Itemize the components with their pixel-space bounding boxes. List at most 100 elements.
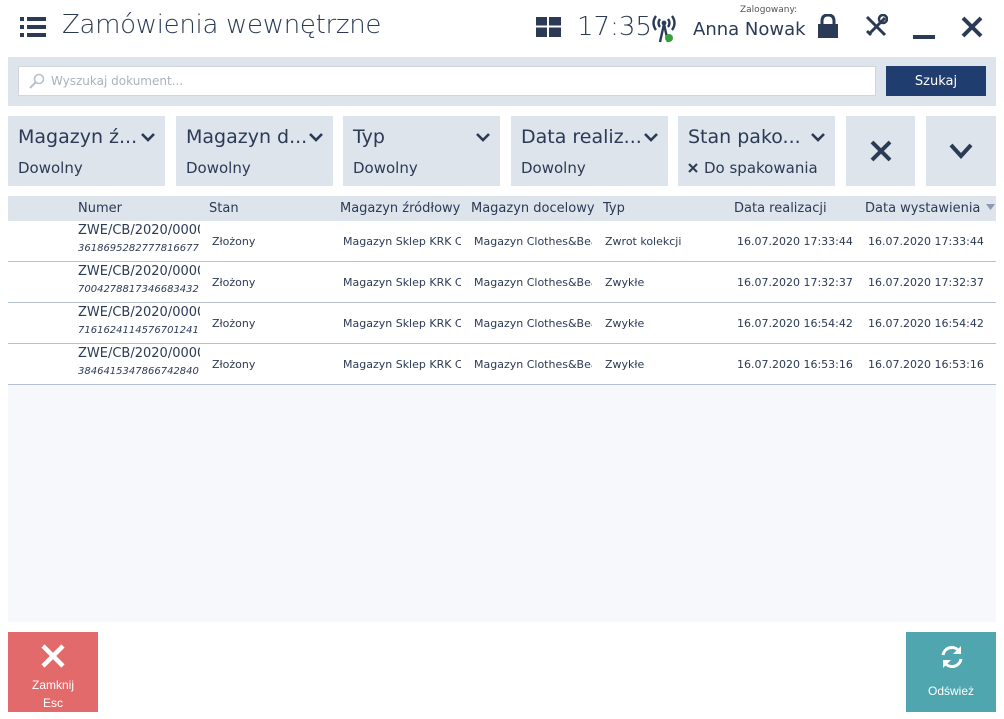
cell-source-warehouse: Magazyn Sklep KRK Centrum (343, 317, 461, 330)
expand-filters-button[interactable] (926, 116, 996, 186)
search-bar: Szukaj (8, 57, 996, 106)
filter-label: Stan pako... (688, 126, 801, 148)
user-name[interactable]: Anna Nowak (693, 19, 806, 40)
cell-ean: 7004278817346683432 (78, 284, 199, 295)
chevron-down-icon (949, 143, 973, 159)
cell-source-warehouse: Magazyn Sklep KRK Centrum (343, 358, 461, 371)
filter-value: Dowolny (186, 159, 251, 177)
table-body: ZWE/CB/2020/00001 3618695282777816677 Zł… (8, 221, 996, 385)
close-button[interactable]: Zamknij Esc (8, 632, 98, 712)
search-icon (29, 73, 45, 89)
clock: 17:35 (577, 12, 652, 42)
chevron-down-icon (644, 133, 658, 142)
cell-stan: Złożony (212, 235, 256, 248)
close-icon[interactable] (961, 16, 983, 38)
close-button-label-line1: Zamknij (31, 678, 74, 692)
filter-realization-date[interactable]: Data realiz... Dowolny (511, 116, 668, 186)
cell-target-warehouse: Magazyn Clothes&Beauty (474, 235, 592, 248)
filter-target-warehouse[interactable]: Magazyn d... Dowolny (176, 116, 333, 186)
cell-type: Zwykłe (605, 317, 645, 330)
sort-desc-icon (986, 204, 996, 210)
chevron-down-icon (476, 133, 490, 142)
cell-issue-date: 16.07.2020 17:32:37 (868, 276, 984, 289)
cell-source-warehouse: Magazyn Sklep KRK Centrum (343, 276, 461, 289)
chevron-down-icon (811, 133, 825, 142)
filter-packing-state[interactable]: Stan pako... Do spakowania (678, 116, 835, 186)
cell-issue-date: 16.07.2020 16:54:42 (868, 317, 984, 330)
cell-ean: 7161624114576701241 (78, 325, 199, 336)
filter-type[interactable]: Typ Dowolny (343, 116, 500, 186)
header: Zamówienia wewnętrzne 17:35 Zalogowany: … (0, 0, 1004, 56)
remove-filter-icon[interactable] (688, 163, 698, 173)
refresh-button[interactable]: Odśwież (906, 632, 996, 712)
cell-stan: Złożony (212, 358, 256, 371)
column-header-source-warehouse[interactable]: Magazyn źródłowy (340, 201, 460, 216)
table-row[interactable]: ZWE/CB/2020/00002 7004278817346683432 Zł… (8, 262, 996, 303)
search-input[interactable] (51, 67, 871, 95)
table-row[interactable]: ZWE/CB/2020/00004 3846415347866742840 Zł… (8, 344, 996, 385)
filter-label: Typ (353, 126, 385, 148)
filter-source-warehouse[interactable]: Magazyn ź... Dowolny (8, 116, 165, 186)
cell-type: Zwykłe (605, 276, 645, 289)
cell-issue-date: 16.07.2020 16:53:16 (868, 358, 984, 371)
clear-icon (870, 140, 891, 162)
cell-numer: ZWE/CB/2020/00004 (78, 346, 200, 361)
cell-realization-date: 16.07.2020 16:53:16 (737, 358, 853, 371)
column-header-stan[interactable]: Stan (209, 201, 239, 216)
close-button-label: Zamknij Esc (8, 676, 98, 712)
refresh-icon (941, 646, 963, 668)
filter-label: Magazyn ź... (18, 126, 138, 148)
table-header: Numer Stan Magazyn źródłowy Magazyn doce… (8, 196, 996, 221)
menu-icon[interactable] (20, 16, 46, 38)
column-header-issue-date-label: Data wystawienia (865, 201, 981, 216)
cell-numer: ZWE/CB/2020/00001 (78, 223, 200, 238)
filter-value: Do spakowania (704, 159, 818, 177)
search-field[interactable] (18, 66, 876, 96)
status-dot (665, 34, 673, 42)
cell-realization-date: 16.07.2020 16:54:42 (737, 317, 853, 330)
column-header-target-warehouse[interactable]: Magazyn docelowy (471, 201, 595, 216)
lock-icon[interactable] (817, 14, 839, 38)
search-button[interactable]: Szukaj (886, 66, 986, 96)
documents-table: Numer Stan Magazyn źródłowy Magazyn doce… (8, 196, 996, 622)
signal-icon (652, 15, 676, 43)
cell-issue-date: 16.07.2020 17:33:44 (868, 235, 984, 248)
filter-value-row: Do spakowania (688, 159, 818, 177)
cell-target-warehouse: Magazyn Clothes&Beauty (474, 276, 592, 289)
close-button-shortcut: Esc (42, 696, 63, 710)
filter-value: Dowolny (18, 159, 83, 177)
cell-ean: 3618695282777816677 (78, 243, 199, 254)
filter-value: Dowolny (353, 159, 418, 177)
cell-numer: ZWE/CB/2020/00002 (78, 264, 200, 279)
chevron-down-icon (309, 133, 323, 142)
cell-target-warehouse: Magazyn Clothes&Beauty (474, 358, 592, 371)
chevron-down-icon (141, 133, 155, 142)
filter-label: Data realiz... (521, 126, 642, 148)
logged-label: Zalogowany: (740, 5, 798, 15)
tools-icon[interactable] (864, 14, 888, 38)
cell-stan: Złożony (212, 276, 256, 289)
cell-stan: Złożony (212, 317, 256, 330)
grid-icon[interactable] (536, 17, 561, 37)
cell-target-warehouse: Magazyn Clothes&Beauty (474, 317, 592, 330)
column-header-issue-date[interactable]: Data wystawienia (865, 201, 996, 216)
column-header-numer[interactable]: Numer (78, 201, 122, 216)
cell-numer: ZWE/CB/2020/00003 (78, 305, 200, 320)
table-row[interactable]: ZWE/CB/2020/00001 3618695282777816677 Zł… (8, 221, 996, 262)
close-icon (41, 644, 65, 668)
column-header-type[interactable]: Typ (603, 201, 625, 216)
filter-value: Dowolny (521, 159, 586, 177)
cell-source-warehouse: Magazyn Sklep KRK Centrum (343, 235, 461, 248)
column-header-realization-date[interactable]: Data realizacji (734, 201, 827, 216)
minimize-icon[interactable] (913, 18, 935, 40)
cell-realization-date: 16.07.2020 17:33:44 (737, 235, 853, 248)
clear-filters-button[interactable] (846, 116, 915, 186)
refresh-button-label: Odśwież (927, 684, 974, 698)
page-title: Zamówienia wewnętrzne (62, 10, 382, 40)
filter-label: Magazyn d... (186, 126, 308, 148)
cell-type: Zwykłe (605, 358, 645, 371)
cell-ean: 3846415347866742840 (78, 366, 199, 377)
table-row[interactable]: ZWE/CB/2020/00003 7161624114576701241 Zł… (8, 303, 996, 344)
cell-realization-date: 16.07.2020 17:32:37 (737, 276, 853, 289)
cell-type: Zwrot kolekcji (605, 235, 682, 248)
